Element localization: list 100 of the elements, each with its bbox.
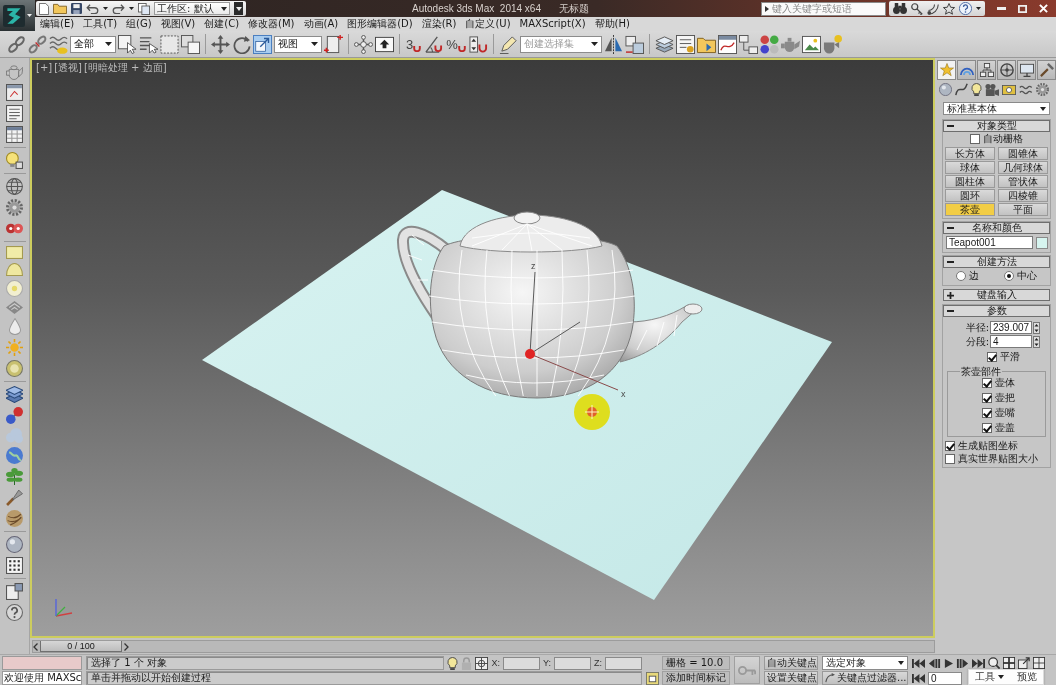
dropdown[interactable]: 全部 [70, 35, 116, 53]
window-grid-icon[interactable] [1033, 657, 1045, 669]
time-tag-button[interactable]: 添加时间标记 [662, 671, 730, 685]
layers-icon[interactable] [654, 34, 674, 54]
menu-item[interactable]: 编辑(E) [40, 18, 75, 30]
object-type-button[interactable]: 几何球体 [998, 161, 1048, 174]
plant-icon[interactable] [6, 468, 23, 485]
mirror-icon[interactable] [603, 34, 623, 54]
rollout-header[interactable]: 对象类型 [943, 120, 1050, 132]
snap-toggle-button[interactable]: 3 [405, 34, 423, 54]
set-key-mode-button[interactable]: 设置关键点 [764, 671, 818, 685]
keypad-icon[interactable] [6, 557, 23, 574]
overlapping-squares-icon[interactable] [181, 34, 200, 54]
number-field[interactable]: 4 [990, 335, 1032, 348]
panel-tab[interactable] [937, 60, 956, 80]
lightbulb-icon[interactable] [6, 152, 23, 169]
maximize-icon[interactable] [1018, 4, 1027, 13]
number-field[interactable]: 239.007 [990, 321, 1032, 334]
object-type-button[interactable]: 茶壶 [945, 203, 995, 216]
menu-item[interactable]: 图形编辑器(D) [347, 18, 413, 30]
viewport-label[interactable]: [透视] [54, 62, 82, 74]
list-window-icon[interactable] [675, 34, 695, 54]
lightbulb-icon[interactable] [447, 656, 459, 670]
brush-icon[interactable] [6, 489, 23, 506]
crosshair-icon[interactable] [475, 656, 489, 670]
chevron-left-icon[interactable] [33, 642, 38, 651]
menu-item[interactable]: 自定义(U) [465, 18, 511, 30]
menu-item[interactable]: 视图(V) [160, 18, 196, 30]
wire-sphere-icon[interactable] [6, 178, 23, 195]
list-icon[interactable] [6, 105, 23, 122]
menu-item[interactable]: 动画(A) [303, 18, 339, 30]
step-forward-icon[interactable] [956, 658, 969, 668]
key-filters-button[interactable]: 关键点过滤器... [822, 671, 908, 685]
snap-toggle-button[interactable]: % [445, 34, 467, 54]
menu-item[interactable]: 创建(C) [204, 18, 240, 30]
pivot-icon[interactable] [324, 34, 343, 54]
redo-icon[interactable] [112, 3, 125, 14]
scale-icon[interactable] [253, 34, 272, 54]
tape-measure-icon[interactable] [1002, 84, 1016, 95]
caret-icon[interactable] [103, 7, 108, 10]
arrow-box-icon[interactable] [375, 34, 394, 54]
menu-item[interactable]: 工具(T) [83, 18, 118, 30]
spheres-grid-icon[interactable] [759, 34, 779, 54]
checkbox[interactable] [982, 393, 992, 403]
chevron-right-icon[interactable] [124, 642, 129, 651]
graph-window-icon[interactable] [717, 34, 737, 54]
waves-icon[interactable] [49, 34, 68, 54]
viewport-label[interactable]: [明暗处理 + 边面] [84, 62, 167, 74]
spinner-magnet-icon[interactable] [468, 34, 488, 54]
checkbox[interactable] [987, 351, 997, 362]
panel-tab[interactable] [977, 60, 996, 80]
menu-item[interactable]: 渲染(R) [421, 18, 457, 30]
panel-tab[interactable] [1017, 60, 1036, 80]
play-icon[interactable] [944, 658, 953, 668]
layers-icon[interactable] [6, 386, 23, 403]
key-target-dropdown[interactable]: 选定对象 [822, 656, 908, 670]
close-icon[interactable] [1039, 4, 1048, 13]
application-button[interactable] [0, 0, 35, 31]
sphere-icon[interactable] [939, 83, 952, 96]
object-type-button[interactable]: 圆锥体 [998, 147, 1048, 160]
curve-icon[interactable] [955, 83, 968, 96]
panel-tab[interactable] [1037, 60, 1056, 80]
window-icon[interactable] [6, 84, 23, 101]
frame-field[interactable]: 0 [928, 671, 962, 685]
name-field[interactable]: Teapot001 [946, 236, 1033, 249]
camera-icon[interactable] [985, 83, 999, 96]
sphere-icon[interactable] [6, 536, 23, 553]
connected-boxes-icon[interactable] [738, 34, 758, 54]
panel-tab[interactable] [957, 60, 976, 80]
move-icon[interactable] [211, 34, 230, 54]
object-type-button[interactable]: 管状体 [998, 175, 1048, 188]
coordinate-field[interactable] [503, 656, 540, 670]
key-icon[interactable] [911, 2, 923, 15]
checkbox[interactable] [982, 423, 992, 433]
rotate-icon[interactable] [232, 34, 251, 54]
category-dropdown[interactable]: 标准基本体 [943, 102, 1050, 115]
color-swatch[interactable] [1036, 236, 1048, 249]
object-type-button[interactable]: 球体 [945, 161, 995, 174]
panel-tab[interactable] [997, 60, 1016, 80]
ring-icon[interactable] [6, 360, 23, 377]
checkbox[interactable] [945, 441, 955, 451]
broken-link-icon[interactable] [28, 34, 47, 54]
step-back-icon[interactable] [928, 658, 941, 668]
spinner-arrows-icon[interactable] [1033, 321, 1040, 334]
undo-icon[interactable] [86, 3, 99, 14]
checkbox[interactable] [982, 408, 992, 418]
coordinate-field[interactable] [605, 656, 642, 670]
teapot-sun-icon[interactable] [822, 34, 842, 54]
object-type-button[interactable]: 圆环 [945, 189, 995, 202]
star-icon[interactable] [943, 2, 955, 15]
menu-item[interactable]: 修改器(M) [248, 18, 295, 30]
search-field[interactable]: 键入关键字或短语 [761, 1, 886, 16]
node-cross-icon[interactable] [354, 34, 373, 54]
align-icon[interactable] [624, 34, 644, 54]
cursor-list-icon[interactable] [139, 34, 158, 54]
signal-icon[interactable] [927, 2, 939, 15]
picture-window-icon[interactable] [801, 34, 821, 54]
overlapping-windows-icon[interactable] [6, 583, 23, 600]
waves-icon[interactable] [1019, 84, 1033, 95]
angle-magnet-icon[interactable] [424, 34, 444, 54]
